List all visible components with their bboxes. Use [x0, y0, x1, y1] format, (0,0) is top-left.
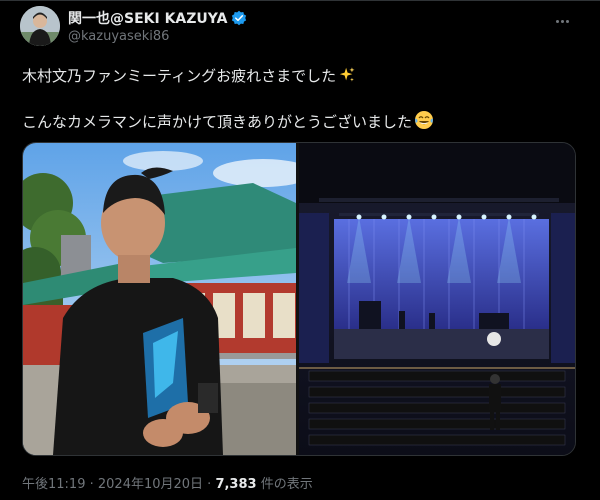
display-name[interactable]: 関一也@SEKI KAZUYA: [68, 8, 227, 28]
tweet-time[interactable]: 午後11:19: [22, 477, 85, 492]
author-handle[interactable]: @kazuyaseki86: [68, 29, 169, 44]
tweet: 関一也@SEKI KAZUYA @kazuyaseki86 木村文乃ファンミーテ…: [0, 0, 600, 500]
author-name-row[interactable]: 関一也@SEKI KAZUYA: [68, 8, 247, 28]
tweet-text: こんなカメラマンに声かけて頂きありがとうございました: [22, 113, 413, 131]
tweet-text-line-2: こんなカメラマンに声かけて頂きありがとうございました: [22, 110, 434, 132]
tweet-meta: 午後11:19 · 2024年10月20日 · 7,383 件の表示: [22, 473, 313, 492]
meta-separator: ·: [85, 477, 98, 492]
divider: [0, 0, 600, 1]
more-options-icon[interactable]: [556, 8, 576, 26]
verified-badge-icon: [232, 10, 247, 26]
media-grid: [22, 142, 576, 456]
tweet-date[interactable]: 2024年10月20日: [98, 477, 203, 492]
media-photo-2[interactable]: [299, 143, 575, 455]
sparkles-icon: [339, 67, 355, 82]
man-at-shrine-image: [23, 143, 296, 455]
tweet-text: 木村文乃ファンミーティングお疲れさまでした: [22, 67, 337, 85]
avatar-image: [20, 6, 60, 46]
meta-separator: ·: [203, 477, 216, 492]
avatar[interactable]: [20, 6, 60, 46]
tears-of-joy-icon: [415, 111, 434, 129]
empty-concert-stage-image: [299, 143, 575, 455]
tweet-text-line-1: 木村文乃ファンミーティングお疲れさまでした: [22, 65, 356, 86]
view-count: 7,383: [215, 477, 257, 492]
media-photo-1[interactable]: [23, 143, 296, 455]
view-count-label: 件の表示: [256, 477, 313, 492]
